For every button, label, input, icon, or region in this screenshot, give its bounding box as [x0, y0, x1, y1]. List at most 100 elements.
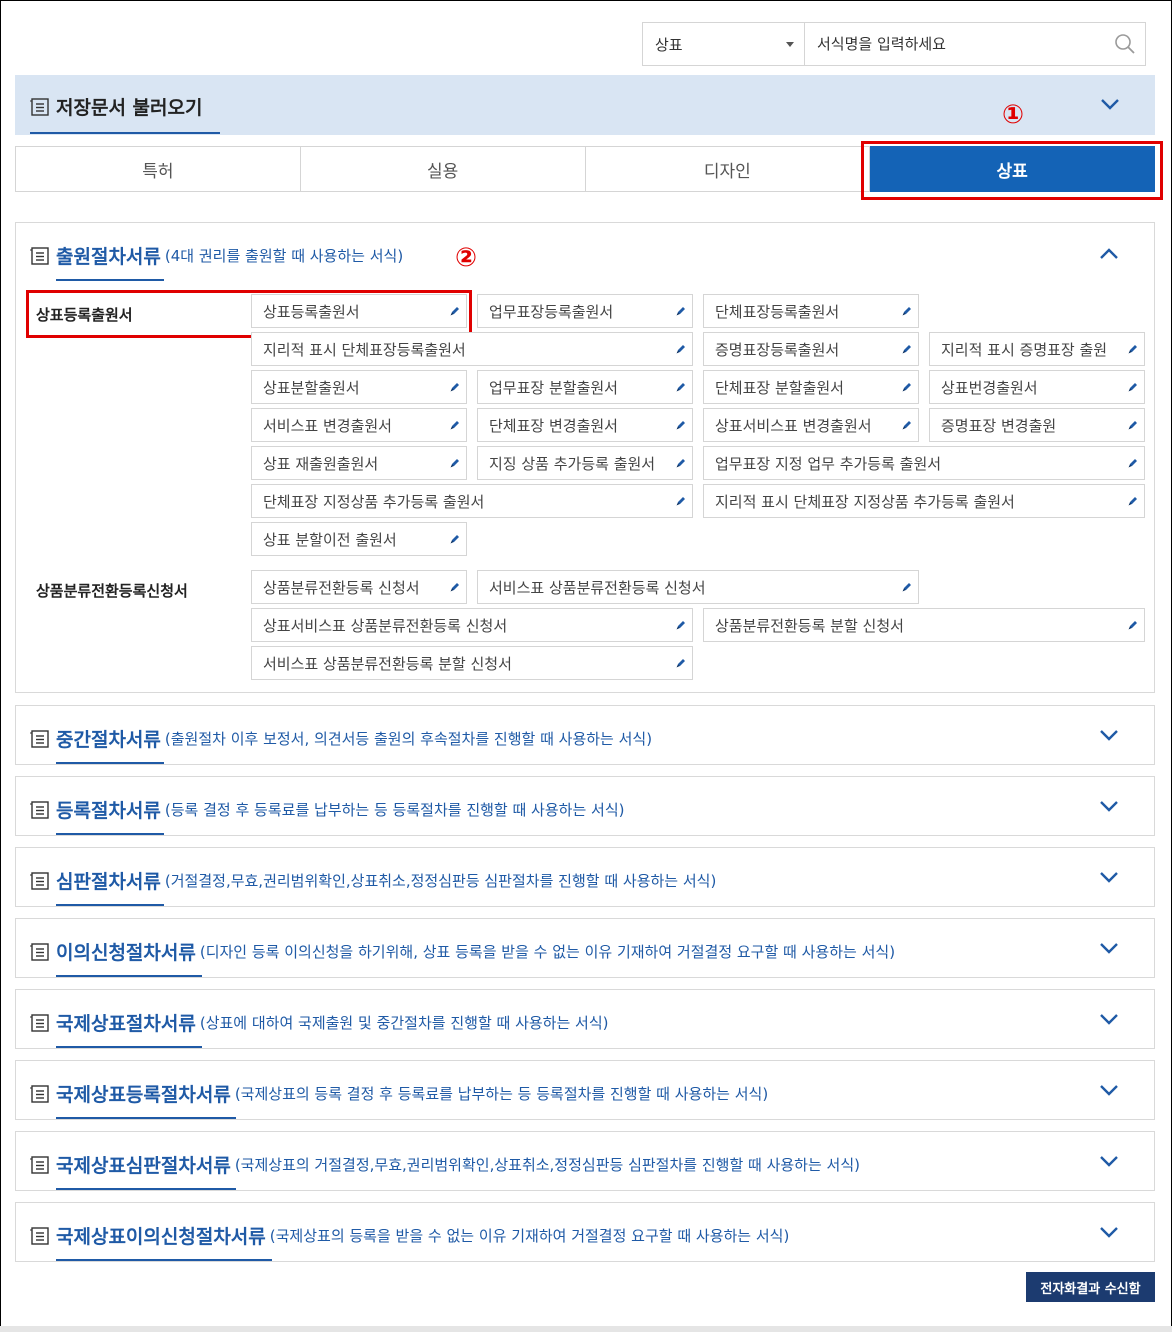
- chevron-down-icon[interactable]: [1099, 1225, 1119, 1239]
- form-item-link[interactable]: 단체표장 분할출원서: [703, 370, 919, 404]
- pencil-icon: [676, 497, 685, 506]
- tab-utility[interactable]: 실용: [300, 146, 586, 192]
- form-item-link[interactable]: 업무표장 지정 업무 추가등록 출원서: [703, 446, 1145, 480]
- form-item-label: 지리적 표시 단체표장등록출원서: [263, 340, 466, 359]
- pencil-icon: [1128, 497, 1137, 506]
- section-header[interactable]: 국제상표등록절차서류 (국제상표의 등록 결정 후 등록료를 납부하는 등 등록절…: [30, 1080, 768, 1107]
- form-item-link[interactable]: 업무표장등록출원서: [477, 294, 693, 328]
- pencil-icon: [902, 583, 911, 592]
- saved-docs-title: 저장문서 불러오기: [30, 93, 202, 120]
- form-item-label: 단체표장 변경출원서: [489, 416, 618, 435]
- form-item-link[interactable]: 증명표장등록출원서: [703, 332, 919, 366]
- search-icon[interactable]: [1105, 23, 1145, 65]
- form-item-link[interactable]: 상표번경출원서: [929, 370, 1145, 404]
- section-title: 출원절차서류: [56, 246, 161, 268]
- section-header[interactable]: 심판절차서류 (거절결정,무효,권리범위확인,상표취소,정정심판등 심판절차를 진…: [30, 867, 716, 894]
- document-icon: [30, 1155, 49, 1174]
- section-trial[interactable]: 심판절차서류 (거절결정,무효,권리범위확인,상표취소,정정심판등 심판절차를 진…: [15, 847, 1155, 907]
- form-item-link[interactable]: 증명표장 변경출원: [929, 408, 1145, 442]
- section-title: 심판절차서류: [56, 871, 161, 893]
- form-item-label: 상표등록출원서: [263, 302, 360, 321]
- form-item-link[interactable]: 상품분류전환등록 분할 신청서: [703, 608, 1145, 642]
- form-item-link[interactable]: 단체표장등록출원서: [703, 294, 919, 328]
- form-item-link[interactable]: 서비스표 변경출원서: [251, 408, 467, 442]
- form-item-label: 단체표장 분할출원서: [715, 378, 844, 397]
- section-intl-trial[interactable]: 국제상표심판절차서류 (국제상표의 거절결정,무효,권리범위확인,상표취소,정정심…: [15, 1131, 1155, 1191]
- form-item-link[interactable]: 서비스표 상품분류전환등록 분할 신청서: [251, 646, 693, 680]
- chevron-down-icon[interactable]: [1099, 870, 1119, 884]
- section-desc: (디자인 등록 이의신청을 하기위해, 상표 등록을 받을 수 없는 이유 기재…: [199, 943, 896, 961]
- category-select[interactable]: 상표: [643, 23, 805, 65]
- form-item-link[interactable]: 단체표장 변경출원서: [477, 408, 693, 442]
- section-header[interactable]: 국제상표심판절차서류 (국제상표의 거절결정,무효,권리범위확인,상표취소,정정심…: [30, 1151, 860, 1178]
- chevron-down-icon[interactable]: [1099, 1083, 1119, 1097]
- form-item-label: 단체표장등록출원서: [715, 302, 840, 321]
- form-item-link[interactable]: 업무표장 분할출원서: [477, 370, 693, 404]
- form-item-link[interactable]: 상표 분할이전 출원서: [251, 522, 467, 556]
- form-item-link[interactable]: 지징 상품 추가등록 출원서: [477, 446, 693, 480]
- tab-design[interactable]: 디자인: [585, 146, 871, 192]
- category-label-class-conversion: 상품분류전환등록신청서: [36, 582, 188, 600]
- form-item-label: 상품분류전환등록 신청서: [263, 578, 420, 597]
- chevron-up-icon[interactable]: [1099, 247, 1119, 261]
- document-icon: [30, 800, 49, 819]
- section-header[interactable]: 국제상표절차서류 (상표에 대하여 국제출원 및 중간절차를 진행할 때 사용하는…: [30, 1009, 609, 1036]
- saved-docs-underline: [30, 132, 220, 134]
- form-item-link[interactable]: 상표등록출원서: [251, 294, 467, 328]
- form-item-link[interactable]: 상표 재출원출원서: [251, 446, 467, 480]
- form-item-label: 단체표장 지정상품 추가등록 출원서: [263, 492, 485, 511]
- section-intl-trademark[interactable]: 국제상표절차서류 (상표에 대하여 국제출원 및 중간절차를 진행할 때 사용하는…: [15, 989, 1155, 1049]
- e-result-inbox-button[interactable]: 전자화결과 수신함: [1026, 1272, 1155, 1302]
- section-header[interactable]: 중간절차서류 (출원절차 이후 보정서, 의견서등 출원의 후속절차를 진행할 때…: [30, 725, 652, 752]
- section-intl-opposition[interactable]: 국제상표이의신청절차서류 (국제상표의 등록을 받을 수 없는 이유 기재하여 거…: [15, 1202, 1155, 1262]
- pencil-icon: [1128, 421, 1137, 430]
- document-icon: [30, 246, 49, 265]
- chevron-down-icon[interactable]: [1099, 941, 1119, 955]
- pencil-icon: [1128, 621, 1137, 630]
- form-item-label: 업무표장 분할출원서: [489, 378, 618, 397]
- pencil-icon: [1128, 459, 1137, 468]
- pencil-icon: [902, 345, 911, 354]
- form-item-label: 업무표장 지정 업무 추가등록 출원서: [715, 454, 942, 473]
- tab-patent[interactable]: 특허: [15, 146, 301, 192]
- search-input[interactable]: [805, 23, 1105, 65]
- section-header[interactable]: 이의신청절차서류 (디자인 등록 이의신청을 하기위해, 상표 등록을 받을 수 …: [30, 938, 895, 965]
- pencil-icon: [676, 659, 685, 668]
- section-intl-registration[interactable]: 국제상표등록절차서류 (국제상표의 등록 결정 후 등록료를 납부하는 등 등록절…: [15, 1060, 1155, 1120]
- section-title: 국제상표심판절차서류: [56, 1155, 231, 1177]
- form-item-label: 증명표장 변경출원: [941, 416, 1057, 435]
- form-item-label: 증명표장등록출원서: [715, 340, 840, 359]
- form-item-link[interactable]: 상표서비스표 상품분류전환등록 신청서: [251, 608, 693, 642]
- form-item-link[interactable]: 지리적 표시 단체표장 지정상품 추가등록 출원서: [703, 484, 1145, 518]
- document-icon: [30, 1226, 49, 1245]
- section-underline: [56, 279, 164, 281]
- section-desc: (등록 결정 후 등록료를 납부하는 등 등록절차를 진행할 때 사용하는 서식…: [164, 801, 625, 819]
- chevron-down-icon[interactable]: [1099, 799, 1119, 813]
- pencil-icon: [902, 307, 911, 316]
- form-item-link[interactable]: 상표서비스표 변경출원서: [703, 408, 919, 442]
- chevron-down-icon[interactable]: [1099, 1012, 1119, 1026]
- section-underline: [56, 1117, 236, 1119]
- section-desc: (출원절차 이후 보정서, 의견서등 출원의 후속절차를 진행할 때 사용하는 …: [164, 730, 653, 748]
- pencil-icon: [902, 383, 911, 392]
- form-item-link[interactable]: 지리적 표시 증명표장 출원: [929, 332, 1145, 366]
- pencil-icon: [450, 307, 459, 316]
- annotation-marker-2: ②: [455, 243, 478, 273]
- chevron-down-icon[interactable]: [1099, 728, 1119, 742]
- pencil-icon: [450, 383, 459, 392]
- section-header[interactable]: 등록절차서류 (등록 결정 후 등록료를 납부하는 등 등록절차를 진행할 때 사…: [30, 796, 624, 823]
- saved-docs-bar[interactable]: 저장문서 불러오기: [15, 75, 1155, 135]
- section-header[interactable]: 출원절차서류 (4대 권리를 출원할 때 사용하는 서식): [30, 242, 403, 269]
- form-item-link[interactable]: 단체표장 지정상품 추가등록 출원서: [251, 484, 693, 518]
- section-intermediate[interactable]: 중간절차서류 (출원절차 이후 보정서, 의견서등 출원의 후속절차를 진행할 때…: [15, 705, 1155, 765]
- form-item-link[interactable]: 상표분할출원서: [251, 370, 467, 404]
- section-underline: [56, 833, 164, 835]
- section-registration[interactable]: 등록절차서류 (등록 결정 후 등록료를 납부하는 등 등록절차를 진행할 때 사…: [15, 776, 1155, 836]
- form-item-link[interactable]: 상품분류전환등록 신청서: [251, 570, 467, 604]
- form-item-link[interactable]: 서비스표 상품분류전환등록 신청서: [477, 570, 919, 604]
- section-header[interactable]: 국제상표이의신청절차서류 (국제상표의 등록을 받을 수 없는 이유 기재하여 거…: [30, 1222, 789, 1249]
- chevron-down-icon[interactable]: [1099, 1154, 1119, 1168]
- section-opposition[interactable]: 이의신청절차서류 (디자인 등록 이의신청을 하기위해, 상표 등록을 받을 수 …: [15, 918, 1155, 978]
- form-item-link[interactable]: 지리적 표시 단체표장등록출원서: [251, 332, 693, 366]
- chevron-down-icon[interactable]: [1100, 97, 1120, 111]
